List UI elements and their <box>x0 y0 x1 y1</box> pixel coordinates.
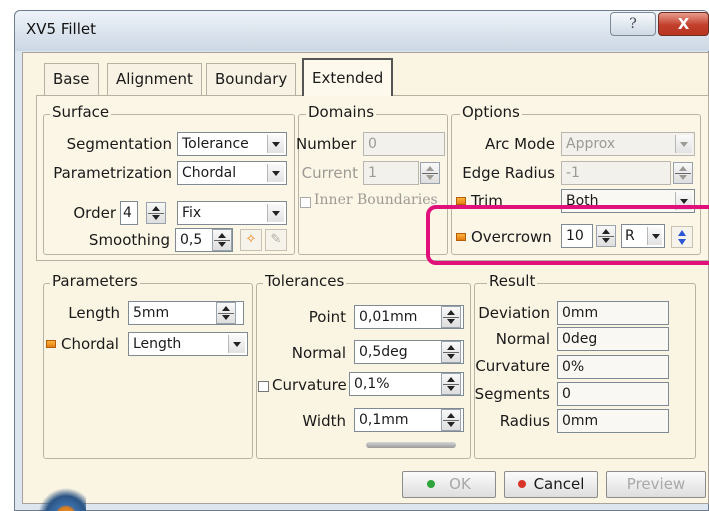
window-title: XV5 Fillet <box>26 20 96 38</box>
number-label: Number <box>296 135 357 153</box>
chevron-down-icon <box>675 135 692 153</box>
segments-label: Segments <box>474 385 550 403</box>
curvature-checkbox[interactable] <box>258 381 269 392</box>
width-label: Width <box>302 412 346 430</box>
background <box>0 0 14 511</box>
trim-flag-icon[interactable] <box>456 197 466 205</box>
preview-button[interactable]: Preview <box>606 471 706 498</box>
deviation-label: Deviation <box>478 304 550 322</box>
overcrown-highlight <box>426 205 709 265</box>
edge-radius-spinner[interactable] <box>673 162 693 184</box>
parametrization-label: Parametrization <box>53 164 172 182</box>
tab-boundary[interactable]: Boundary <box>206 63 297 95</box>
brush-icon: ✎ <box>270 232 282 247</box>
result-normal-label: Normal <box>495 330 550 348</box>
arc-mode-select: Approx <box>561 132 695 156</box>
result-legend: Result <box>487 272 538 290</box>
current-label: Current <box>301 164 358 182</box>
inner-boundaries-checkbox[interactable] <box>300 197 311 208</box>
edge-radius-label: Edge Radius <box>462 164 555 182</box>
point-spinner[interactable] <box>441 306 461 328</box>
ok-button[interactable]: OK <box>402 471 496 498</box>
edge-radius-field: -1 <box>561 161 671 185</box>
order-label: Order <box>73 204 116 222</box>
app-logo <box>26 478 86 511</box>
width-spinner[interactable] <box>441 409 461 431</box>
radius-value: 0mm <box>557 409 669 433</box>
length-spinner[interactable] <box>216 302 236 324</box>
chevron-down-icon <box>228 335 245 353</box>
cancel-button[interactable]: Cancel <box>504 471 598 498</box>
tolerance-curvature-label: Curvature <box>272 376 347 394</box>
radius-label: Radius <box>499 412 550 430</box>
number-field: 0 <box>363 132 445 156</box>
width-slider[interactable] <box>366 442 456 448</box>
deviation-value: 0mm <box>557 301 669 325</box>
length-label: Length <box>68 304 120 322</box>
chevron-down-icon <box>267 135 284 153</box>
sparkle-icon: ✧ <box>245 232 257 247</box>
chordal-select[interactable]: Length <box>128 332 248 356</box>
segmentation-label: Segmentation <box>66 135 172 153</box>
parameters-legend: Parameters <box>50 272 140 290</box>
red-led-icon <box>517 479 526 488</box>
title-bar[interactable] <box>15 11 709 51</box>
segmentation-select[interactable]: Tolerance <box>177 132 287 156</box>
tolerance-normal-label: Normal <box>291 344 346 362</box>
close-button[interactable]: X <box>658 12 709 36</box>
current-field: 1 <box>363 161 419 185</box>
chordal-label: Chordal <box>61 335 119 353</box>
smoothing-label: Smoothing <box>88 231 170 249</box>
point-label: Point <box>308 308 346 326</box>
curvature-spinner[interactable] <box>441 373 461 395</box>
result-curvature-value: 0% <box>557 355 669 379</box>
surface-legend: Surface <box>50 103 112 121</box>
tab-base[interactable]: Base <box>44 63 99 95</box>
parametrization-select[interactable]: Chordal <box>177 161 287 185</box>
result-normal-value: 0deg <box>557 327 669 351</box>
order-mode-select[interactable]: Fix <box>177 201 287 225</box>
close-icon: X <box>677 15 690 33</box>
chevron-down-icon <box>267 204 284 222</box>
inner-boundaries-label: Inner Boundaries <box>314 192 438 208</box>
smoothing-reset-button[interactable]: ✎ <box>265 229 287 251</box>
arc-mode-label: Arc Mode <box>485 135 555 153</box>
segments-value: 0 <box>557 382 669 406</box>
tolerances-legend: Tolerances <box>263 272 347 290</box>
chevron-down-icon <box>267 164 284 182</box>
smoothing-apply-button[interactable]: ✧ <box>240 229 262 251</box>
help-icon: ? <box>629 16 637 32</box>
smoothing-spinner[interactable] <box>212 229 232 251</box>
current-spinner[interactable] <box>420 162 440 184</box>
order-spinner[interactable] <box>146 202 166 224</box>
help-button[interactable]: ? <box>610 12 656 36</box>
normal-spinner[interactable] <box>441 341 461 363</box>
green-led-icon <box>427 479 436 488</box>
result-curvature-label: Curvature <box>475 357 550 375</box>
order-input[interactable]: 4 <box>120 201 138 225</box>
domains-legend: Domains <box>306 103 377 121</box>
tab-extended[interactable]: Extended <box>302 58 394 96</box>
tab-alignment[interactable]: Alignment <box>107 63 202 95</box>
chordal-flag-icon[interactable] <box>46 340 56 348</box>
options-legend: Options <box>460 103 522 121</box>
